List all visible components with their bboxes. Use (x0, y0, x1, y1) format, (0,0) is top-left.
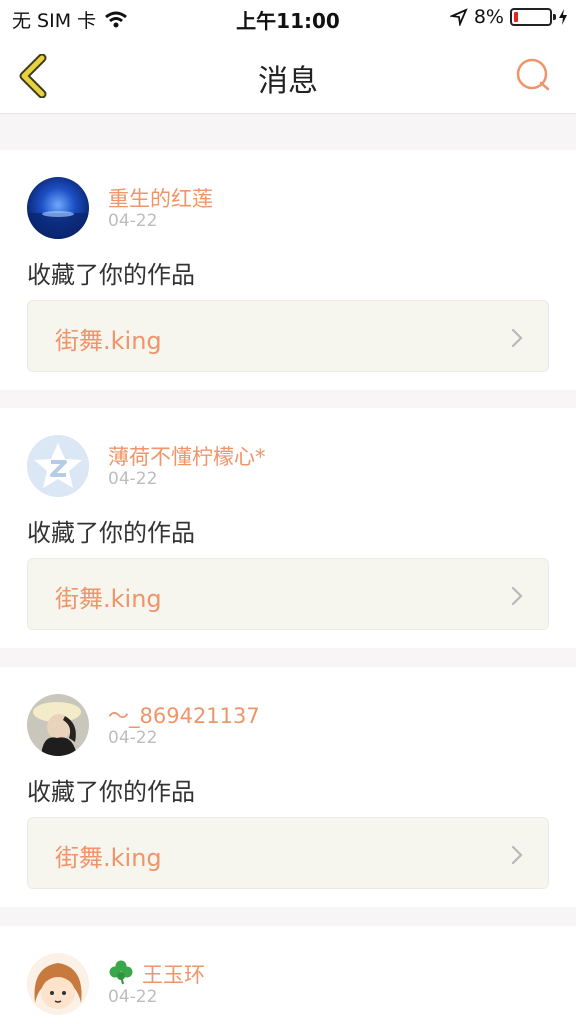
location-arrow-icon (449, 8, 468, 26)
message-card[interactable]: 王玉环 04-22 (0, 926, 576, 1024)
message-date: 04-22 (108, 211, 158, 231)
battery-icon (510, 8, 556, 26)
avatar[interactable] (27, 435, 89, 497)
message-action: 收藏了你的作品 (27, 778, 195, 806)
work-link[interactable]: 街舞.king (27, 558, 549, 630)
username[interactable]: ～_869421137 (108, 700, 260, 730)
message-date: 04-22 (108, 469, 158, 489)
page-title: 消息 (258, 64, 318, 99)
avatar-girl-hat-image (27, 694, 89, 756)
work-title: 街舞.king (55, 327, 162, 355)
work-link[interactable]: 街舞.king (27, 300, 549, 372)
work-title: 街舞.king (55, 844, 162, 872)
search-button[interactable] (514, 56, 552, 94)
work-title: 街舞.king (55, 585, 162, 613)
chevron-right-icon (511, 328, 523, 348)
avatar-default-star-image (27, 435, 89, 497)
avatar-night-sea-image (27, 177, 89, 239)
nav-bar: 消息 (0, 36, 576, 114)
status-bar: 无 SIM 卡 上午11:00 8% (0, 0, 576, 36)
message-action: 收藏了你的作品 (27, 261, 195, 289)
message-card[interactable]: ～_869421137 04-22 收藏了你的作品 街舞.king (0, 667, 576, 907)
avatar[interactable] (27, 953, 89, 1015)
charging-icon (559, 9, 567, 25)
chevron-right-icon (511, 845, 523, 865)
avatar[interactable] (27, 177, 89, 239)
search-icon (516, 58, 550, 91)
avatar[interactable] (27, 694, 89, 756)
username[interactable]: 重生的红莲 (108, 183, 213, 213)
clover-icon (109, 960, 133, 985)
message-date: 04-22 (108, 728, 158, 748)
message-card[interactable]: 重生的红莲 04-22 收藏了你的作品 街舞.king (0, 150, 576, 390)
work-link[interactable]: 街舞.king (27, 817, 549, 889)
status-right: 8% (449, 6, 568, 28)
username[interactable]: 王玉环 (142, 959, 205, 989)
message-action: 收藏了你的作品 (27, 519, 195, 547)
battery-percent: 8% (473, 6, 504, 28)
chevron-right-icon (511, 586, 523, 606)
message-card[interactable]: 薄荷不懂柠檬心* 04-22 收藏了你的作品 街舞.king (0, 408, 576, 648)
avatar-cartoon-girl-image (27, 953, 89, 1015)
username[interactable]: 薄荷不懂柠檬心* (108, 441, 266, 471)
message-date: 04-22 (108, 987, 158, 1007)
